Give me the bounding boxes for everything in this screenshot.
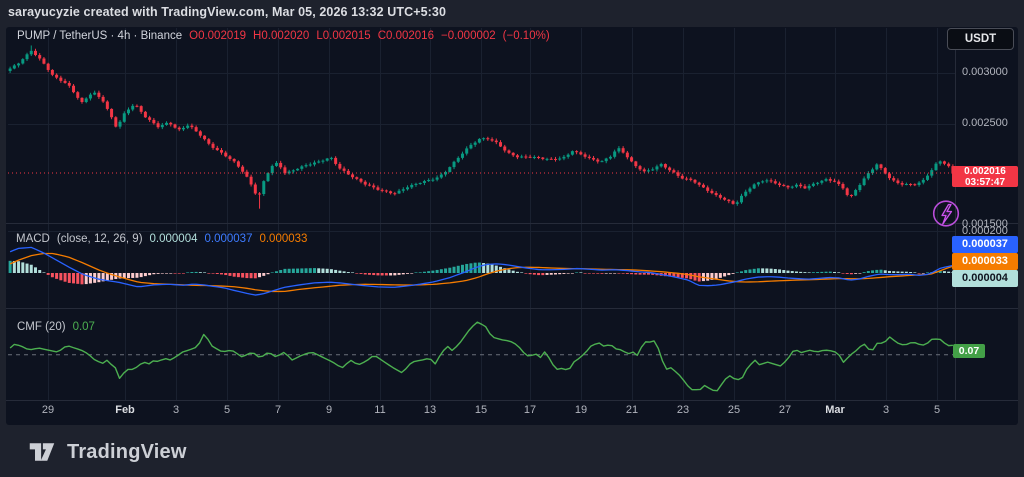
ohlc-change: −0.000002: [441, 30, 496, 42]
cmf-legend[interactable]: CMF (20) 0.07: [17, 321, 95, 333]
time-axis-label: 5: [920, 404, 954, 416]
cmf-label: CMF (20): [17, 321, 66, 333]
time-axis-label: 11: [363, 404, 397, 416]
time-axis-label: 15: [464, 404, 498, 416]
time-axis-label: 3: [159, 404, 193, 416]
ohlc-change-pct: (−0.10%): [503, 30, 550, 42]
last-price-value: 0.002016: [952, 167, 1018, 178]
macd-hist-value: 0.000004: [150, 233, 198, 245]
time-axis-label: 25: [717, 404, 751, 416]
cmf-value: 0.07: [73, 321, 95, 333]
symbol-legend[interactable]: PUMP / TetherUS · 4h · Binance O0.002019…: [17, 30, 550, 42]
symbol-title[interactable]: PUMP / TetherUS · 4h · Binance: [17, 30, 182, 42]
tradingview-logo-mark: [27, 438, 57, 466]
tradingview-snapshot: { "frame": { "attribution": "sarayucyzie…: [0, 0, 1024, 477]
time-axis-label: 7: [261, 404, 295, 416]
macd-label: MACD: [16, 233, 50, 245]
time-axis-label: 17: [513, 404, 547, 416]
macd-signal-value: 0.000033: [259, 233, 307, 245]
currency-toggle-button[interactable]: USDT: [947, 28, 1014, 50]
ohlc-open: O0.002019: [189, 30, 246, 42]
time-axis-label: 5: [210, 404, 244, 416]
time-axis-label: Mar: [818, 404, 852, 416]
time-axis-label: 3: [869, 404, 903, 416]
price-axis-label: 0.003000: [962, 66, 1008, 78]
attribution-bar: sarayucyzie created with TradingView.com…: [8, 5, 446, 19]
ohlc-high: H0.002020: [253, 30, 309, 42]
ohlc-close: C0.002016: [378, 30, 434, 42]
macd-signal-badge: 0.000033: [952, 253, 1018, 270]
candle-countdown: 03:57:47: [952, 178, 1018, 189]
time-axis-label: 29: [31, 404, 65, 416]
time-axis-label: 9: [312, 404, 346, 416]
last-price-badge: 0.002016 03:57:47: [952, 166, 1018, 187]
chart-panel[interactable]: [6, 27, 1018, 425]
macd-legend[interactable]: MACD (close, 12, 26, 9) 0.000004 0.00003…: [16, 233, 307, 245]
macd-line-value: 0.000037: [205, 233, 253, 245]
price-axis-label: 0.001500: [962, 218, 1008, 230]
macd-line-badge: 0.000037: [952, 236, 1018, 253]
time-axis[interactable]: 29 Feb 3 5 7 9 11 13 15 17 19 21 23 25 27 Mar 3 5: [0, 404, 1024, 422]
cmf-value-badge: 0.07: [953, 344, 985, 358]
time-axis-label: 23: [666, 404, 700, 416]
time-axis-label: 19: [564, 404, 598, 416]
tradingview-logo[interactable]: TradingView: [27, 438, 187, 466]
time-axis-label: 21: [615, 404, 649, 416]
time-axis-label: Feb: [108, 404, 142, 416]
macd-hist-badge: 0.000004: [952, 270, 1018, 287]
ohlc-low: L0.002015: [316, 30, 370, 42]
macd-params: (close, 12, 26, 9): [57, 233, 143, 245]
flash-icon[interactable]: [930, 197, 962, 231]
price-axis-label: 0.002500: [962, 117, 1008, 129]
time-axis-label: 13: [413, 404, 447, 416]
time-axis-label: 27: [768, 404, 802, 416]
brand-name: TradingView: [67, 441, 187, 464]
